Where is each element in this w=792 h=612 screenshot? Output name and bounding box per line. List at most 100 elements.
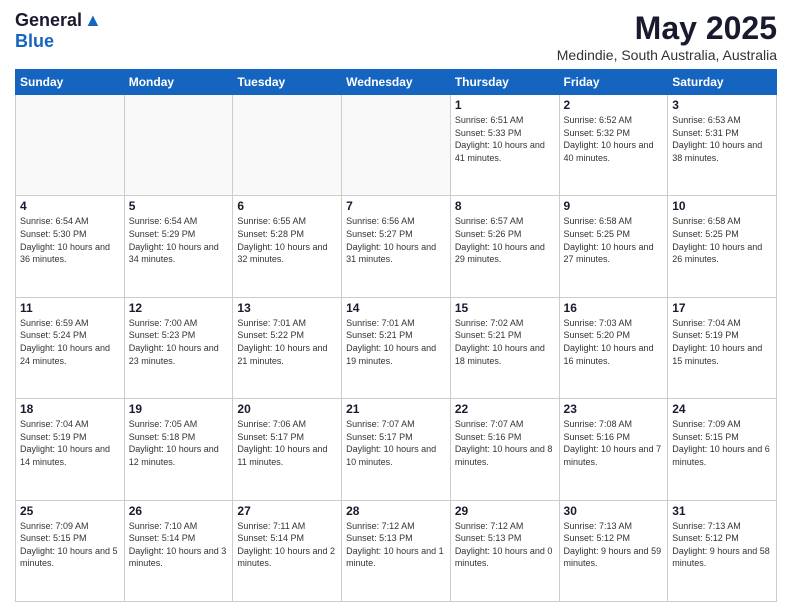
- day-number: 3: [672, 98, 772, 112]
- day-info: Sunrise: 7:05 AMSunset: 5:18 PMDaylight:…: [129, 418, 229, 468]
- day-number: 21: [346, 402, 446, 416]
- week-row-2: 4Sunrise: 6:54 AMSunset: 5:30 PMDaylight…: [16, 196, 777, 297]
- calendar-cell-w3-d7: 17Sunrise: 7:04 AMSunset: 5:19 PMDayligh…: [668, 297, 777, 398]
- day-number: 5: [129, 199, 229, 213]
- calendar-cell-w4-d2: 19 Sunrise: 7:05 AMSunset: 5:18 PMDayligh…: [124, 399, 233, 500]
- week-row-3: 11Sunrise: 6:59 AMSunset: 5:24 PMDayligh…: [16, 297, 777, 398]
- calendar-cell-w1-d2: [124, 95, 233, 196]
- day-info: Sunrise: 6:58 AMSunset: 5:25 PMDaylight:…: [672, 215, 772, 265]
- calendar-cell-w5-d1: 25 Sunrise: 7:09 AMSunset: 5:15 PMDayligh…: [16, 500, 125, 601]
- location-title: Medindie, South Australia, Australia: [557, 47, 777, 63]
- day-number: 6: [237, 199, 337, 213]
- calendar-cell-w2-d6: 9 Sunrise: 6:58 AMSunset: 5:25 PMDaylight…: [559, 196, 668, 297]
- day-info: Sunrise: 6:58 AMSunset: 5:25 PMDaylight:…: [564, 215, 664, 265]
- calendar-cell-w5-d4: 28 Sunrise: 7:12 AMSunset: 5:13 PMDayligh…: [342, 500, 451, 601]
- day-number: 15: [455, 301, 555, 315]
- logo-blue-text: Blue: [15, 31, 54, 52]
- day-number: 18: [20, 402, 120, 416]
- day-number: 19: [129, 402, 229, 416]
- calendar-cell-w4-d6: 23 Sunrise: 7:08 AMSunset: 5:16 PMDayligh…: [559, 399, 668, 500]
- week-row-1: 1 Sunrise: 6:51 AMSunset: 5:33 PMDaylight…: [16, 95, 777, 196]
- day-number: 20: [237, 402, 337, 416]
- day-number: 22: [455, 402, 555, 416]
- calendar-cell-w5-d7: 31Sunrise: 7:13 AMSunset: 5:12 PMDayligh…: [668, 500, 777, 601]
- day-info: Sunrise: 7:12 AMSunset: 5:13 PMDaylight:…: [455, 520, 555, 570]
- day-info: Sunrise: 7:11 AMSunset: 5:14 PMDaylight:…: [237, 520, 337, 570]
- day-number: 29: [455, 504, 555, 518]
- header-friday: Friday: [559, 70, 668, 95]
- day-info: Sunrise: 7:04 AMSunset: 5:19 PMDaylight:…: [20, 418, 120, 468]
- calendar-cell-w3-d1: 11Sunrise: 6:59 AMSunset: 5:24 PMDayligh…: [16, 297, 125, 398]
- day-info: Sunrise: 7:10 AMSunset: 5:14 PMDaylight:…: [129, 520, 229, 570]
- calendar-cell-w1-d3: [233, 95, 342, 196]
- day-number: 28: [346, 504, 446, 518]
- header-sunday: Sunday: [16, 70, 125, 95]
- day-number: 2: [564, 98, 664, 112]
- calendar-cell-w2-d7: 10 Sunrise: 6:58 AMSunset: 5:25 PMDayligh…: [668, 196, 777, 297]
- header-monday: Monday: [124, 70, 233, 95]
- header-saturday: Saturday: [668, 70, 777, 95]
- calendar-cell-w3-d4: 14 Sunrise: 7:01 AMSunset: 5:21 PMDayligh…: [342, 297, 451, 398]
- calendar-cell-w2-d4: 7 Sunrise: 6:56 AMSunset: 5:27 PMDaylight…: [342, 196, 451, 297]
- day-info: Sunrise: 7:12 AMSunset: 5:13 PMDaylight:…: [346, 520, 446, 570]
- day-number: 30: [564, 504, 664, 518]
- week-row-4: 18 Sunrise: 7:04 AMSunset: 5:19 PMDayligh…: [16, 399, 777, 500]
- day-info: Sunrise: 7:04 AMSunset: 5:19 PMDaylight:…: [672, 317, 772, 367]
- calendar-cell-w4-d4: 21Sunrise: 7:07 AMSunset: 5:17 PMDayligh…: [342, 399, 451, 500]
- calendar-cell-w1-d5: 1 Sunrise: 6:51 AMSunset: 5:33 PMDaylight…: [450, 95, 559, 196]
- day-number: 10: [672, 199, 772, 213]
- calendar-header-row: Sunday Monday Tuesday Wednesday Thursday…: [16, 70, 777, 95]
- day-number: 7: [346, 199, 446, 213]
- day-info: Sunrise: 6:56 AMSunset: 5:27 PMDaylight:…: [346, 215, 446, 265]
- calendar-cell-w4-d5: 22Sunrise: 7:07 AMSunset: 5:16 PMDayligh…: [450, 399, 559, 500]
- day-info: Sunrise: 7:01 AMSunset: 5:22 PMDaylight:…: [237, 317, 337, 367]
- day-number: 23: [564, 402, 664, 416]
- day-number: 26: [129, 504, 229, 518]
- calendar-cell-w1-d7: 3 Sunrise: 6:53 AMSunset: 5:31 PMDaylight…: [668, 95, 777, 196]
- day-info: Sunrise: 7:01 AMSunset: 5:21 PMDaylight:…: [346, 317, 446, 367]
- day-info: Sunrise: 6:52 AMSunset: 5:32 PMDaylight:…: [564, 114, 664, 164]
- day-number: 25: [20, 504, 120, 518]
- day-info: Sunrise: 6:51 AMSunset: 5:33 PMDaylight:…: [455, 114, 555, 164]
- calendar-cell-w1-d6: 2 Sunrise: 6:52 AMSunset: 5:32 PMDaylight…: [559, 95, 668, 196]
- header-wednesday: Wednesday: [342, 70, 451, 95]
- logo: General ▲ Blue: [15, 10, 102, 52]
- calendar-cell-w4-d1: 18 Sunrise: 7:04 AMSunset: 5:19 PMDayligh…: [16, 399, 125, 500]
- day-info: Sunrise: 7:13 AMSunset: 5:12 PMDaylight:…: [564, 520, 664, 570]
- day-number: 4: [20, 199, 120, 213]
- calendar-cell-w5-d5: 29 Sunrise: 7:12 AMSunset: 5:13 PMDayligh…: [450, 500, 559, 601]
- day-number: 12: [129, 301, 229, 315]
- day-number: 24: [672, 402, 772, 416]
- day-info: Sunrise: 7:02 AMSunset: 5:21 PMDaylight:…: [455, 317, 555, 367]
- page: General ▲ Blue May 2025 Medindie, South …: [0, 0, 792, 612]
- calendar-cell-w1-d4: [342, 95, 451, 196]
- day-info: Sunrise: 7:08 AMSunset: 5:16 PMDaylight:…: [564, 418, 664, 468]
- day-number: 14: [346, 301, 446, 315]
- day-info: Sunrise: 7:09 AMSunset: 5:15 PMDaylight:…: [20, 520, 120, 570]
- title-section: May 2025 Medindie, South Australia, Aust…: [557, 10, 777, 63]
- day-number: 13: [237, 301, 337, 315]
- calendar-cell-w3-d2: 12Sunrise: 7:00 AMSunset: 5:23 PMDayligh…: [124, 297, 233, 398]
- day-number: 16: [564, 301, 664, 315]
- day-number: 1: [455, 98, 555, 112]
- calendar-cell-w3-d6: 16Sunrise: 7:03 AMSunset: 5:20 PMDayligh…: [559, 297, 668, 398]
- day-number: 27: [237, 504, 337, 518]
- calendar-cell-w5-d2: 26 Sunrise: 7:10 AMSunset: 5:14 PMDayligh…: [124, 500, 233, 601]
- calendar-cell-w5-d6: 30 Sunrise: 7:13 AMSunset: 5:12 PMDayligh…: [559, 500, 668, 601]
- calendar-cell-w1-d1: [16, 95, 125, 196]
- header-thursday: Thursday: [450, 70, 559, 95]
- day-number: 9: [564, 199, 664, 213]
- month-title: May 2025: [557, 10, 777, 47]
- day-info: Sunrise: 6:57 AMSunset: 5:26 PMDaylight:…: [455, 215, 555, 265]
- calendar-cell-w3-d5: 15 Sunrise: 7:02 AMSunset: 5:21 PMDayligh…: [450, 297, 559, 398]
- day-info: Sunrise: 7:06 AMSunset: 5:17 PMDaylight:…: [237, 418, 337, 468]
- calendar-cell-w4-d3: 20 Sunrise: 7:06 AMSunset: 5:17 PMDayligh…: [233, 399, 342, 500]
- day-number: 11: [20, 301, 120, 315]
- calendar-cell-w2-d3: 6 Sunrise: 6:55 AMSunset: 5:28 PMDaylight…: [233, 196, 342, 297]
- day-info: Sunrise: 6:53 AMSunset: 5:31 PMDaylight:…: [672, 114, 772, 164]
- calendar-table: Sunday Monday Tuesday Wednesday Thursday…: [15, 69, 777, 602]
- day-info: Sunrise: 7:13 AMSunset: 5:12 PMDaylight:…: [672, 520, 772, 570]
- calendar-cell-w5-d3: 27 Sunrise: 7:11 AMSunset: 5:14 PMDayligh…: [233, 500, 342, 601]
- day-info: Sunrise: 6:55 AMSunset: 5:28 PMDaylight:…: [237, 215, 337, 265]
- calendar-cell-w3-d3: 13 Sunrise: 7:01 AMSunset: 5:22 PMDayligh…: [233, 297, 342, 398]
